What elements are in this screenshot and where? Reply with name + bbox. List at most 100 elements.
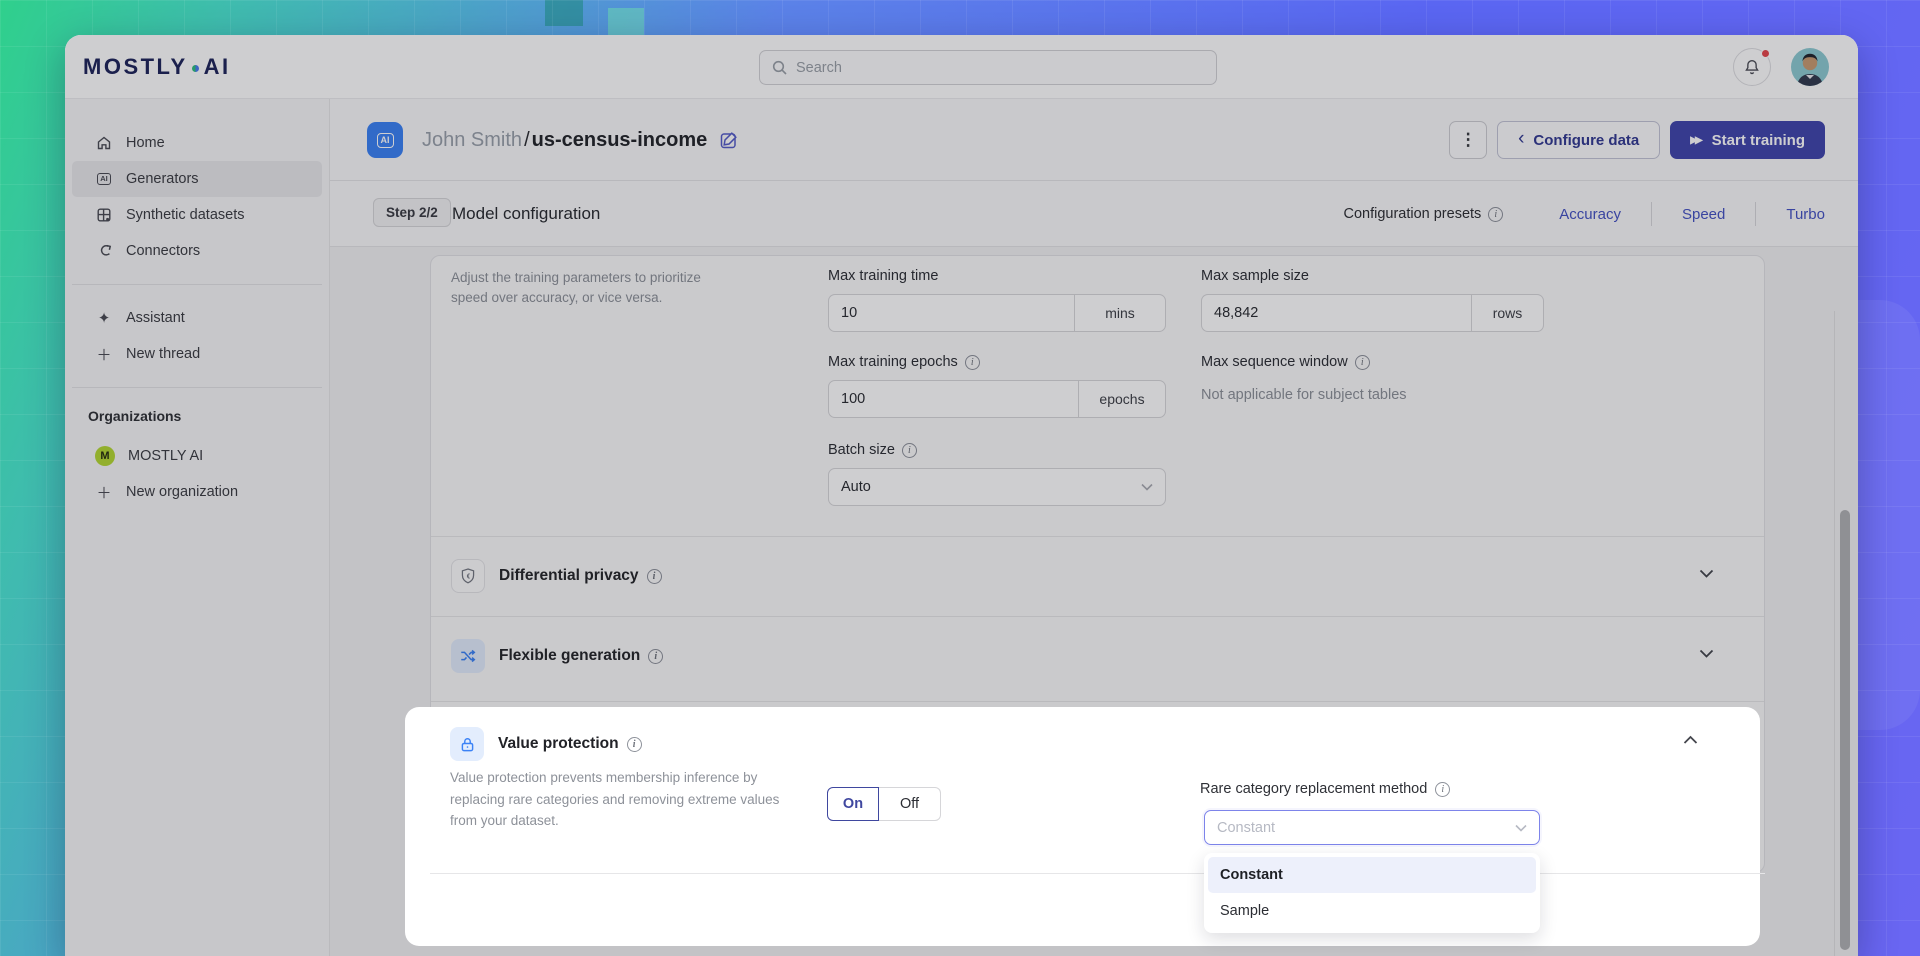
max-sequence-window-label: Max sequence window i: [1201, 354, 1370, 370]
decor-square: [608, 8, 644, 36]
global-search[interactable]: [759, 50, 1217, 85]
sidebar-item-assistant[interactable]: ✦ Assistant: [72, 300, 322, 336]
sidebar-item-label: Home: [126, 135, 165, 151]
step-badge: Step 2/2: [373, 198, 451, 227]
notifications-button[interactable]: [1733, 48, 1771, 86]
rare-category-dropdown: Constant Sample: [1204, 853, 1540, 933]
mostly-ai-logo[interactable]: MOSTLY AI: [83, 35, 231, 99]
decor-square: [545, 0, 583, 26]
info-icon[interactable]: i: [647, 569, 662, 584]
preset-accuracy[interactable]: Accuracy: [1529, 206, 1651, 223]
rare-category-select[interactable]: Constant: [1204, 810, 1540, 845]
sidebar-item-label: New organization: [126, 484, 238, 500]
info-icon[interactable]: i: [627, 737, 642, 752]
chevron-down-icon: [1141, 483, 1153, 491]
sidebar-item-connectors[interactable]: Connectors: [72, 233, 322, 269]
max-sample-size-input[interactable]: [1201, 294, 1471, 332]
scrollbar-gutter: [1834, 311, 1835, 956]
preset-turbo[interactable]: Turbo: [1756, 206, 1825, 223]
sidebar-divider: [72, 387, 322, 388]
differential-privacy-section[interactable]: Differential privacy i: [431, 536, 1764, 616]
toggle-off-button[interactable]: Off: [879, 787, 941, 821]
sidebar-item-org-mostly-ai[interactable]: M MOSTLY AI: [72, 438, 322, 474]
info-icon[interactable]: i: [1355, 355, 1370, 370]
info-icon[interactable]: i: [1488, 207, 1503, 222]
value-protection-toggle: On Off: [827, 787, 941, 821]
lock-icon: [450, 727, 484, 761]
config-header-row: Step 2/2 Model configuration Configurati…: [330, 181, 1858, 247]
chevron-down-icon[interactable]: [1699, 569, 1714, 579]
page-title: John Smith / us-census-income: [422, 99, 739, 181]
search-icon: [772, 60, 787, 75]
chevron-down-icon[interactable]: [1699, 649, 1714, 659]
start-training-label: Start training: [1712, 132, 1805, 149]
shuffle-icon: [451, 639, 485, 673]
scrollbar[interactable]: [1840, 510, 1850, 950]
start-training-button[interactable]: ▶▶ Start training: [1670, 121, 1825, 159]
preset-speed[interactable]: Speed: [1652, 206, 1755, 223]
logo-text-right: AI: [204, 54, 231, 80]
max-training-time-input[interactable]: [828, 294, 1074, 332]
toggle-on-button[interactable]: On: [827, 787, 879, 821]
batch-size-select[interactable]: Auto: [828, 468, 1166, 506]
home-icon: [95, 135, 113, 151]
configure-data-button[interactable]: ‹ Configure data: [1497, 121, 1660, 159]
user-avatar[interactable]: [1791, 48, 1829, 86]
chevron-up-icon[interactable]: [1683, 735, 1698, 745]
organizations-heading: Organizations: [65, 408, 329, 424]
sidebar-item-synthetic-datasets[interactable]: Synthetic datasets: [72, 197, 322, 233]
chevron-down-icon: [1515, 824, 1527, 832]
chevron-left-icon: ‹: [1518, 128, 1524, 150]
info-icon[interactable]: i: [965, 355, 980, 370]
configuration-presets: Configuration presets i Accuracy Speed T…: [1343, 181, 1825, 247]
max-training-epochs-field: epochs: [828, 380, 1166, 418]
sidebar: Home AI Generators Synthetic datasets Co…: [65, 99, 330, 956]
sidebar-divider: [72, 284, 322, 285]
sidebar-item-new-thread[interactable]: ＋ New thread: [72, 336, 322, 372]
max-sample-size-label: Max sample size: [1201, 268, 1309, 284]
edit-name-icon[interactable]: [719, 130, 739, 150]
max-training-epochs-label: Max training epochs i: [828, 354, 980, 370]
value-protection-label: Value protection: [498, 735, 619, 753]
max-sequence-window-note: Not applicable for subject tables: [1201, 387, 1407, 403]
sidebar-item-home[interactable]: Home: [72, 125, 322, 161]
max-sample-size-field: rows: [1201, 294, 1544, 332]
flexible-generation-section[interactable]: Flexible generation i: [431, 616, 1764, 696]
info-icon[interactable]: i: [648, 649, 663, 664]
max-training-epochs-input[interactable]: [828, 380, 1078, 418]
owner-name: John Smith: [422, 129, 522, 152]
logo-dot-icon: [192, 65, 199, 72]
generator-name: us-census-income: [532, 129, 708, 152]
flexible-generation-label: Flexible generation i: [499, 616, 663, 696]
value-protection-description: Value protection prevents membership inf…: [450, 767, 785, 832]
more-options-button[interactable]: ⋮: [1449, 121, 1487, 159]
batch-size-value: Auto: [841, 479, 871, 495]
max-training-epochs-unit: epochs: [1078, 380, 1166, 418]
dropdown-option-sample[interactable]: Sample: [1208, 893, 1536, 929]
bell-icon: [1743, 58, 1761, 76]
fast-forward-icon: ▶▶: [1690, 135, 1699, 146]
shield-epsilon-icon: [451, 559, 485, 593]
max-training-time-field: mins: [828, 294, 1166, 332]
presets-label: Configuration presets i: [1343, 206, 1503, 222]
plus-icon: ＋: [95, 344, 113, 365]
sidebar-item-generators[interactable]: AI Generators: [72, 161, 322, 197]
sidebar-item-new-organization[interactable]: ＋ New organization: [72, 474, 322, 510]
training-description: Adjust the training parameters to priori…: [451, 268, 711, 307]
config-title: Model configuration: [452, 181, 600, 247]
value-protection-header[interactable]: Value protection i: [498, 727, 642, 761]
search-input[interactable]: [796, 60, 1204, 76]
app-header: MOSTLY AI: [65, 35, 1858, 99]
section-divider: [431, 701, 1764, 702]
org-m-badge-icon: M: [95, 446, 115, 466]
org-name-label: MOSTLY AI: [128, 448, 203, 464]
dropdown-option-constant[interactable]: Constant: [1208, 857, 1536, 893]
rare-category-label: Rare category replacement method i: [1200, 781, 1450, 797]
info-icon[interactable]: i: [902, 443, 917, 458]
title-actions: ⋮ ‹ Configure data ▶▶ Start training: [1449, 121, 1825, 159]
value-protection-section: Value protection i Value protection prev…: [405, 707, 1760, 946]
datasets-grid-icon: [95, 207, 113, 223]
info-icon[interactable]: i: [1435, 782, 1450, 797]
notification-dot: [1761, 49, 1770, 58]
logo-text-left: MOSTLY: [83, 54, 188, 80]
